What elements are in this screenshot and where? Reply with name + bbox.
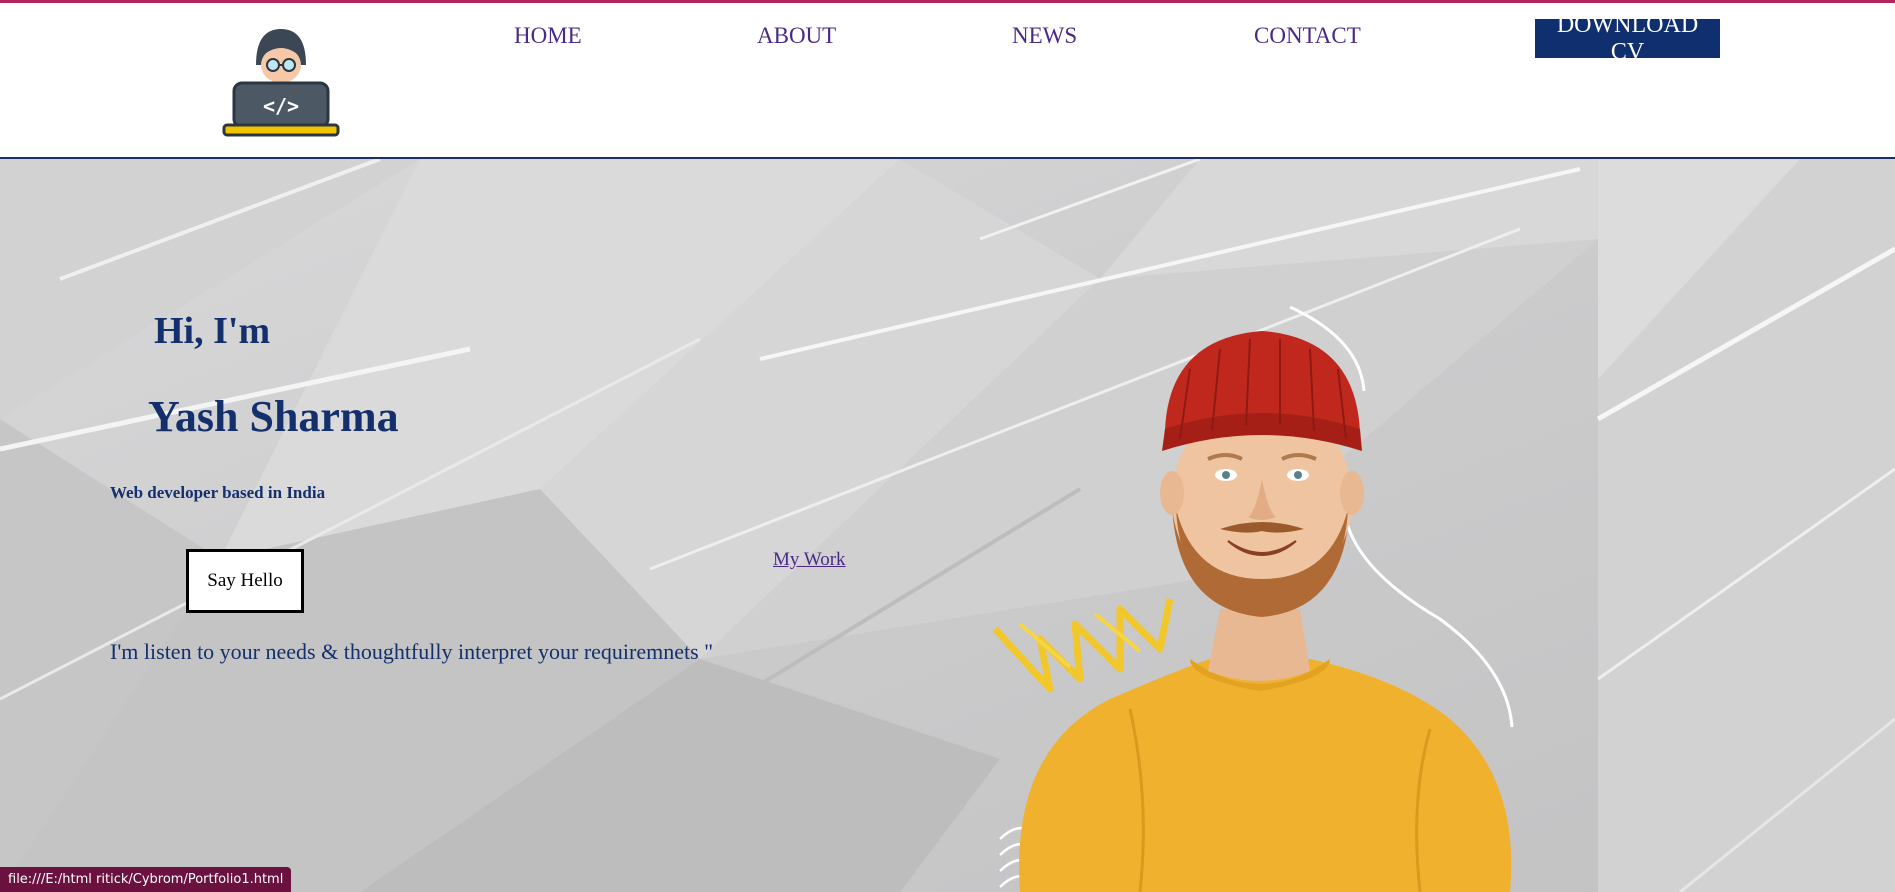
hero-quote: I'm listen to your needs & thoughtfully … <box>110 639 714 664</box>
my-work-link[interactable]: My Work <box>773 549 846 571</box>
developer-laptop-icon[interactable]: </> <box>222 21 340 139</box>
hero-section: Hi, I'm Yash Sharma Web developer based … <box>0 159 1895 892</box>
hero-tagline: Web developer based in India <box>110 483 326 502</box>
hero-name: Yash Sharma <box>148 392 399 441</box>
svg-text:</>: </> <box>263 94 299 118</box>
download-cv-button[interactable]: DOWNLOAD CV <box>1535 12 1720 65</box>
browser-status-url: file:///E:/html ritick/Cybrom/Portfolio1… <box>0 867 292 892</box>
nav-news[interactable]: NEWS <box>1012 23 1077 49</box>
nav-about[interactable]: ABOUT <box>757 23 836 49</box>
nav-home[interactable]: HOME <box>514 23 582 49</box>
hero-greeting: Hi, I'm <box>154 310 271 352</box>
site-header: </> HOME ABOUT NEWS CONTACT DOWNLOAD CV <box>0 3 1895 157</box>
say-hello-button[interactable]: Say Hello <box>186 549 304 613</box>
hero-background <box>0 159 1895 892</box>
nav-contact[interactable]: CONTACT <box>1254 23 1361 49</box>
profile-photo <box>992 305 1514 892</box>
